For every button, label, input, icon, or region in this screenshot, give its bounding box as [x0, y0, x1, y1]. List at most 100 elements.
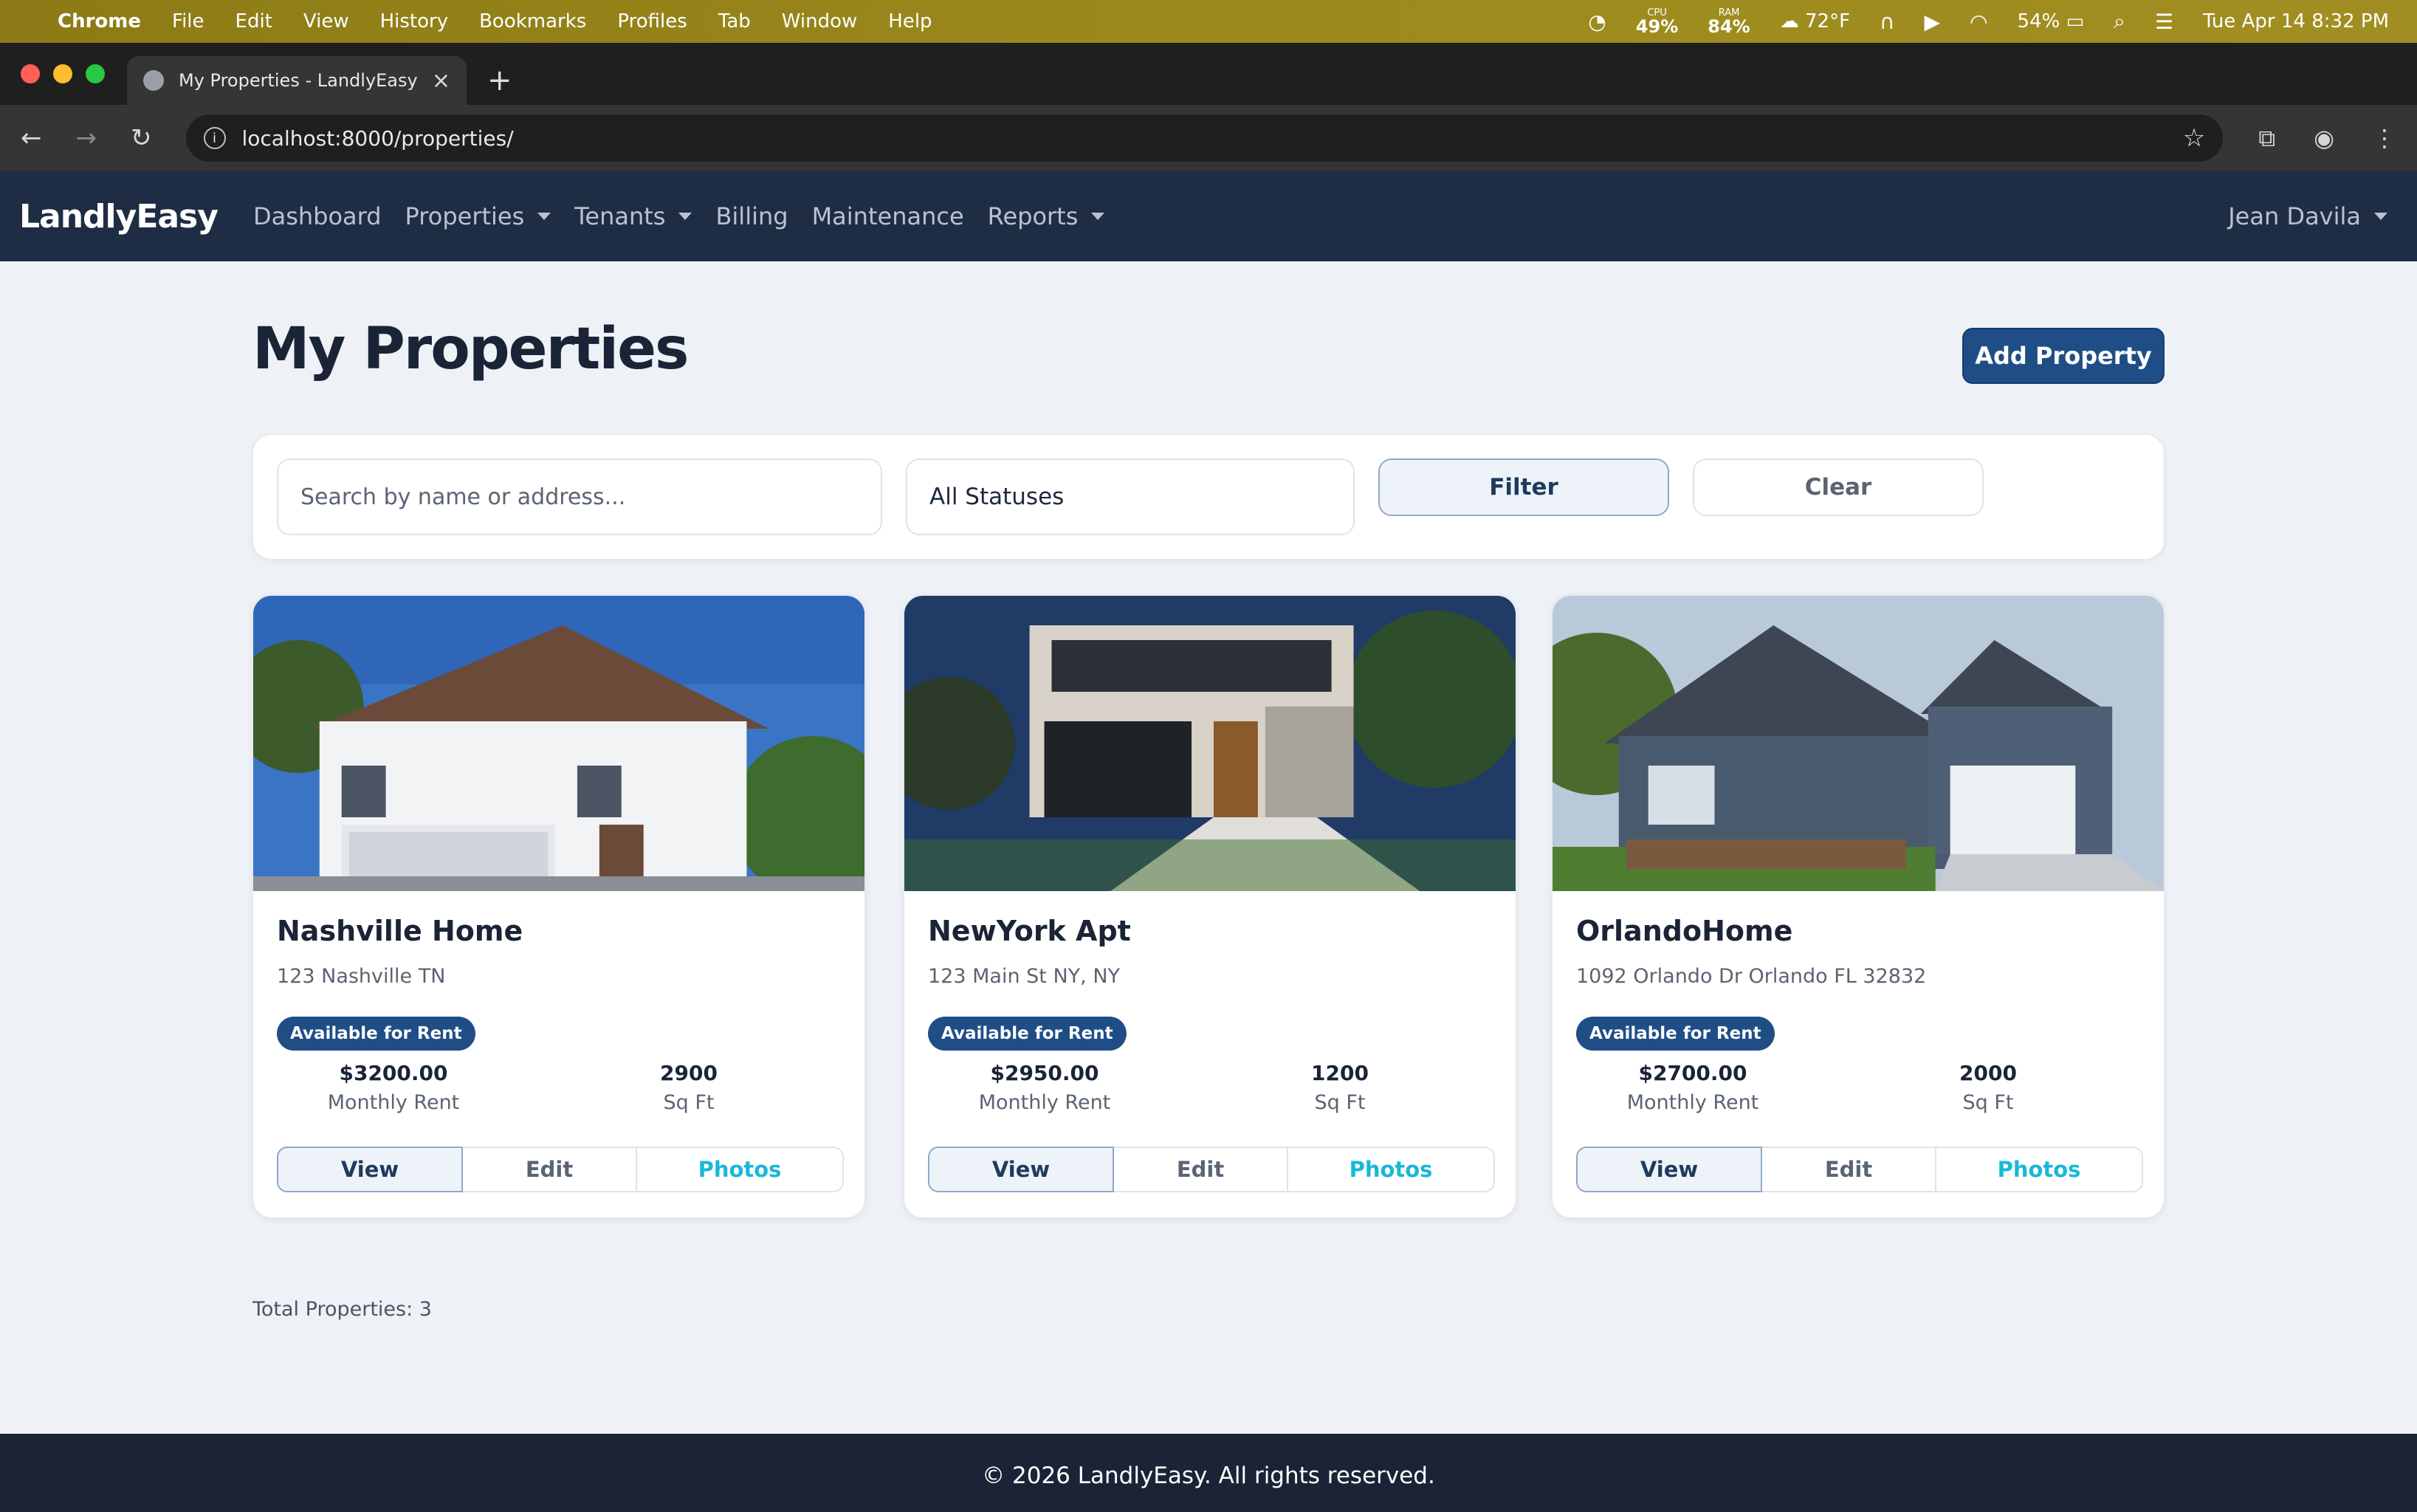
menu-bar-clock[interactable]: Tue Apr 14 8:32 PM	[2203, 10, 2389, 32]
nav-tenants[interactable]: Tenants	[574, 202, 692, 230]
rent-stat: $2700.00 Monthly Rent	[1582, 1061, 1804, 1114]
sqft-label: Sq Ft	[663, 1091, 715, 1114]
url-text[interactable]: localhost:8000/properties/	[242, 126, 514, 151]
profile-icon[interactable]: ◉	[2314, 124, 2334, 153]
sqft-stat: 2900 Sq Ft	[578, 1061, 800, 1114]
address-bar[interactable]: i localhost:8000/properties/ ☆	[185, 114, 2224, 162]
browser-tab-active[interactable]: My Properties - LandlyEasy ×	[127, 56, 467, 105]
globe-icon	[143, 70, 164, 91]
menu-bookmarks[interactable]: Bookmarks	[479, 10, 586, 32]
ram-meter[interactable]: RAM 84%	[1708, 8, 1750, 35]
total-properties-count: Total Properties: 3	[252, 1298, 432, 1321]
control-center-icon[interactable]: ☰	[2155, 10, 2173, 34]
reload-icon[interactable]: ↻	[131, 123, 152, 153]
wifi-icon[interactable]: ◠	[1970, 10, 1987, 34]
page-title: My Properties	[252, 316, 689, 382]
toolbar-icons: ⧉ ◉ ⋮	[2258, 124, 2396, 153]
weather-widget[interactable]: ☁ 72°F	[1780, 10, 1850, 32]
edit-button[interactable]: Edit	[463, 1147, 637, 1192]
property-card: Nashville Home 123 Nashville TN Availabl…	[252, 595, 865, 1218]
nav-maintenance[interactable]: Maintenance	[812, 202, 964, 230]
cpu-value: 49%	[1635, 16, 1679, 37]
back-arrow-icon[interactable]: ←	[21, 123, 42, 153]
battery-value: 54%	[2017, 10, 2060, 32]
rent-stat: $2950.00 Monthly Rent	[934, 1061, 1155, 1114]
nav-billing[interactable]: Billing	[715, 202, 788, 230]
nav-tenants-label: Tenants	[574, 202, 666, 230]
spotlight-search-icon[interactable]: ⌕	[2114, 9, 2125, 34]
battery-widget[interactable]: 54% ▭	[2018, 10, 2085, 32]
filter-panel: Search by name or address... All Statuse…	[252, 434, 2165, 560]
edit-button[interactable]: Edit	[1762, 1147, 1936, 1192]
nav-maintenance-label: Maintenance	[811, 202, 964, 230]
edit-button[interactable]: Edit	[1114, 1147, 1288, 1192]
more-menu-icon[interactable]: ⋮	[2373, 124, 2396, 153]
photos-button[interactable]: Photos	[1936, 1147, 2143, 1192]
clear-button[interactable]: Clear	[1693, 458, 1984, 516]
view-button[interactable]: View	[1576, 1147, 1762, 1192]
photos-button[interactable]: Photos	[1288, 1147, 1495, 1192]
headphones-icon[interactable]: ∩	[1880, 10, 1895, 34]
menu-bar-status-area: ◔ CPU 49% RAM 84% ☁ 72°F ∩ ▶ ◠ 54% ▭ ⌕ ☰ T…	[1588, 8, 2389, 35]
menu-help[interactable]: Help	[888, 10, 932, 32]
property-photo	[253, 596, 864, 891]
sqft-stat: 1200 Sq Ft	[1229, 1061, 1451, 1114]
property-address: 123 Nashville TN	[277, 965, 446, 988]
status-select[interactable]: All Statuses	[906, 458, 1355, 535]
site-info-icon[interactable]: i	[203, 127, 226, 149]
menu-profiles[interactable]: Profiles	[617, 10, 687, 32]
sqft-label: Sq Ft	[1314, 1091, 1366, 1114]
menu-app-chrome[interactable]: Chrome	[58, 10, 141, 32]
tab-title: My Properties - LandlyEasy	[179, 70, 418, 91]
menu-file[interactable]: File	[172, 10, 204, 32]
clock-app-icon[interactable]: ◔	[1588, 10, 1606, 34]
view-button[interactable]: View	[277, 1147, 463, 1192]
ram-value: 84%	[1708, 16, 1750, 37]
card-actions: View Edit Photos	[1576, 1147, 2143, 1192]
nav-reports[interactable]: Reports	[988, 202, 1105, 230]
rent-value: $2700.00	[1638, 1061, 1747, 1085]
chevron-down-icon	[678, 213, 692, 220]
status-badge: Available for Rent	[277, 1017, 475, 1051]
forward-arrow-icon[interactable]: →	[76, 123, 97, 153]
play-icon[interactable]: ▶	[1925, 10, 1941, 34]
app-navbar: LandlyEasy Dashboard Properties Tenants …	[0, 171, 2417, 261]
zoom-window-button[interactable]	[86, 64, 105, 83]
status-badge: Available for Rent	[928, 1017, 1127, 1051]
rent-value: $2950.00	[990, 1061, 1099, 1085]
view-button[interactable]: View	[928, 1147, 1114, 1192]
user-menu[interactable]: Jean Davila	[2228, 202, 2387, 230]
property-photo	[1553, 596, 2164, 891]
cloud-icon: ☁	[1779, 10, 1799, 32]
close-window-button[interactable]	[21, 64, 40, 83]
menu-view[interactable]: View	[303, 10, 349, 32]
menu-edit[interactable]: Edit	[235, 10, 272, 32]
user-name: Jean Davila	[2228, 202, 2361, 230]
property-name[interactable]: NewYork Apt	[928, 915, 1131, 947]
menu-window[interactable]: Window	[782, 10, 858, 32]
tab-search-icon[interactable]: ⧉	[2258, 124, 2275, 153]
rent-value: $3200.00	[339, 1061, 448, 1085]
weather-value: 72°F	[1805, 10, 1851, 32]
property-photo	[904, 596, 1516, 891]
search-input[interactable]: Search by name or address...	[277, 458, 882, 535]
photos-button[interactable]: Photos	[637, 1147, 844, 1192]
property-name[interactable]: Nashville Home	[277, 915, 523, 947]
tab-close-icon[interactable]: ×	[432, 68, 450, 94]
nav-properties[interactable]: Properties	[405, 202, 551, 230]
brand-logo[interactable]: LandlyEasy	[19, 198, 219, 236]
new-tab-icon[interactable]: +	[487, 63, 512, 97]
menu-tab[interactable]: Tab	[718, 10, 751, 32]
minimize-window-button[interactable]	[53, 64, 72, 83]
property-name[interactable]: OrlandoHome	[1576, 915, 1792, 947]
cpu-meter[interactable]: CPU 49%	[1636, 8, 1678, 35]
bookmark-star-icon[interactable]: ☆	[2183, 123, 2205, 153]
nav-dashboard[interactable]: Dashboard	[253, 202, 382, 230]
filter-button[interactable]: Filter	[1378, 458, 1669, 516]
window-controls	[0, 43, 127, 105]
menu-history[interactable]: History	[380, 10, 449, 32]
add-property-button[interactable]: Add Property	[1962, 328, 2165, 384]
sqft-stat: 2000 Sq Ft	[1877, 1061, 2099, 1114]
battery-icon: ▭	[2066, 10, 2085, 32]
nav-reports-label: Reports	[987, 202, 1079, 230]
